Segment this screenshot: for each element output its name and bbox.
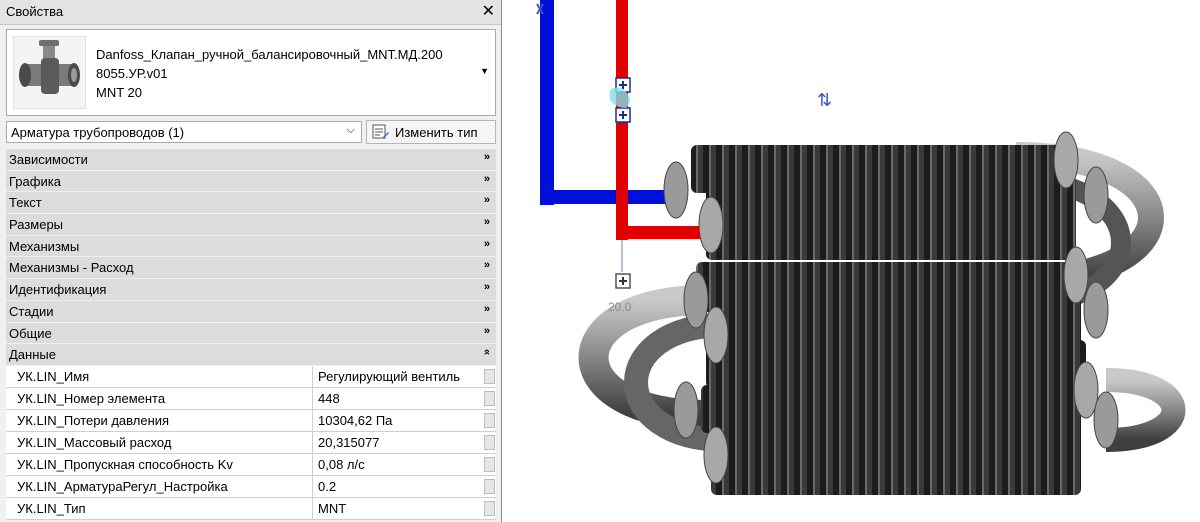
table-row: УК.LIN_Массовый расход 20,315077 bbox=[6, 432, 496, 454]
group-label: Общие bbox=[9, 325, 52, 341]
table-row: УК.LIN_Имя Регулирующий вентиль bbox=[6, 366, 496, 388]
property-name: УК.LIN_Потери давления bbox=[6, 410, 313, 431]
group-text[interactable]: Текст » bbox=[6, 192, 496, 215]
group-label: Текст bbox=[9, 195, 42, 211]
group-mechanical-flow[interactable]: Механизмы - Расход » bbox=[6, 257, 496, 280]
expand-icon: » bbox=[483, 194, 490, 207]
collapse-icon: » bbox=[480, 349, 493, 356]
property-value[interactable]: Регулирующий вентиль bbox=[314, 366, 482, 387]
value-edit-button[interactable] bbox=[484, 479, 495, 494]
model-viewport[interactable]: ⇅ 20.0 bbox=[506, 0, 1200, 522]
type-name-line: Danfoss_Клапан_ручной_балансировочный_MN… bbox=[96, 47, 443, 62]
value-edit-button[interactable] bbox=[484, 501, 495, 516]
property-name: УК.LIN_Тип bbox=[6, 498, 313, 519]
property-name: УК.LIN_Массовый расход bbox=[6, 432, 313, 453]
value-edit-button[interactable] bbox=[484, 413, 495, 428]
expand-icon: » bbox=[483, 302, 490, 315]
radiator-3d-view bbox=[536, 0, 1186, 495]
table-row: УК.LIN_Пропускная способность Kv 0,08 л/с bbox=[6, 454, 496, 476]
table-row: УК.LIN_АрматураРегул_Настройка 0.2 bbox=[6, 476, 496, 498]
edit-type-icon bbox=[372, 124, 389, 139]
group-label: Графика bbox=[9, 173, 61, 189]
type-name-line: 8055.УР.v01 bbox=[96, 66, 168, 81]
property-name: УК.LIN_Номер элемента bbox=[6, 388, 313, 409]
property-value[interactable]: 0.2 bbox=[314, 476, 482, 497]
group-general[interactable]: Общие » bbox=[6, 322, 496, 345]
chevron-down-icon: ⌵ bbox=[346, 124, 355, 136]
property-value[interactable]: 448 bbox=[314, 388, 482, 409]
value-edit-button[interactable] bbox=[484, 369, 495, 384]
type-selector[interactable]: Danfoss_Клапан_ручной_балансировочный_MN… bbox=[6, 29, 496, 116]
valve-thumbnail bbox=[13, 36, 86, 109]
group-dependencies[interactable]: Зависимости » bbox=[6, 149, 496, 171]
expand-icon: » bbox=[483, 172, 490, 185]
table-row: УК.LIN_Тип MNT bbox=[6, 498, 496, 520]
property-groups: Зависимости » Графика » Текст » Размеры » Ме… bbox=[6, 149, 496, 366]
edit-type-label: Изменить тип bbox=[395, 125, 478, 140]
expand-icon: » bbox=[483, 237, 490, 250]
property-value[interactable]: 0,08 л/с bbox=[314, 454, 482, 475]
dropdown-arrow-icon[interactable]: ▼ bbox=[480, 66, 489, 76]
return-pipe[interactable] bbox=[540, 0, 670, 205]
group-phasing[interactable]: Стадии » bbox=[6, 300, 496, 323]
expand-icon: » bbox=[483, 281, 490, 294]
group-mechanical[interactable]: Механизмы » bbox=[6, 235, 496, 258]
expand-icon: » bbox=[483, 151, 490, 163]
table-row: УК.LIN_Потери давления 10304,62 Па bbox=[6, 410, 496, 432]
edit-type-button[interactable]: Изменить тип bbox=[366, 120, 496, 144]
group-label: Данные bbox=[9, 347, 56, 363]
instance-filter-dropdown[interactable]: Арматура трубопроводов (1) ⌵ bbox=[6, 121, 362, 143]
type-name: Danfoss_Клапан_ручной_балансировочный_MN… bbox=[96, 45, 476, 102]
flip-arrows-icon[interactable]: ⇅ bbox=[817, 90, 832, 111]
expand-icon: » bbox=[483, 259, 490, 272]
value-edit-button[interactable] bbox=[484, 391, 495, 406]
close-icon[interactable]: ✕ bbox=[482, 1, 495, 21]
palette-title-bar: Свойства ✕ bbox=[0, 0, 501, 25]
group-label: Механизмы bbox=[9, 238, 80, 254]
table-row: УК.LIN_Номер элемента 448 bbox=[6, 388, 496, 410]
property-value[interactable]: MNT bbox=[314, 498, 482, 519]
radiator[interactable] bbox=[578, 131, 1186, 495]
value-edit-button[interactable] bbox=[484, 457, 495, 472]
type-name-line: MNT 20 bbox=[96, 85, 142, 100]
expand-icon: » bbox=[483, 324, 490, 337]
dimension-label: 20.0 bbox=[608, 300, 632, 314]
group-label: Размеры bbox=[9, 217, 64, 233]
group-label: Стадии bbox=[9, 303, 54, 319]
property-value[interactable]: 10304,62 Па bbox=[314, 410, 482, 431]
property-name: УК.LIN_Имя bbox=[6, 366, 313, 387]
property-rows: УК.LIN_Имя Регулирующий вентиль УК.LIN_Но… bbox=[6, 366, 496, 520]
properties-palette: Свойства ✕ Danfoss_Клапан_ручной_баланси… bbox=[0, 0, 502, 522]
value-edit-button[interactable] bbox=[484, 435, 495, 450]
expand-icon: » bbox=[483, 216, 490, 229]
property-value[interactable]: 20,315077 bbox=[314, 432, 482, 453]
property-name: УК.LIN_Пропускная способность Kv bbox=[6, 454, 313, 475]
palette-title: Свойства bbox=[6, 4, 64, 19]
property-name: УК.LIN_АрматураРегул_Настройка bbox=[6, 476, 313, 497]
group-label: Идентификация bbox=[9, 282, 107, 298]
group-label: Механизмы - Расход bbox=[9, 260, 134, 276]
filter-label: Арматура трубопроводов (1) bbox=[11, 125, 185, 140]
group-graphics[interactable]: Графика » bbox=[6, 170, 496, 193]
group-identity[interactable]: Идентификация » bbox=[6, 279, 496, 301]
group-dimensions[interactable]: Размеры » bbox=[6, 214, 496, 236]
group-data[interactable]: Данные » bbox=[6, 344, 496, 366]
group-label: Зависимости bbox=[9, 152, 88, 167]
